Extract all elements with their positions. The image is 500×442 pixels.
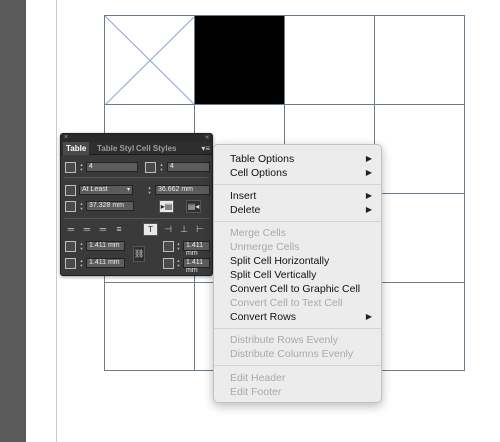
menu-separator xyxy=(214,365,381,366)
menu-item-split-vertically[interactable]: Split Cell Vertically xyxy=(214,268,381,282)
selected-table-cell[interactable] xyxy=(195,16,285,105)
right-inset-stepper-icon[interactable]: ▲ ▼ xyxy=(176,258,181,268)
rotate-270-icon[interactable]: ⊢ xyxy=(193,224,207,235)
body-rows-input[interactable]: 4 xyxy=(86,162,138,172)
columns-icon xyxy=(145,162,156,173)
menu-item-label: Convert Rows xyxy=(230,311,296,323)
row-height-stepper-icon[interactable]: ▲ ▼ xyxy=(147,185,152,195)
submenu-arrow-icon: ▶ xyxy=(365,191,372,200)
row-height-input[interactable]: 36.662 mm xyxy=(155,185,210,195)
left-inset-stepper-icon[interactable]: ▲ ▼ xyxy=(176,241,181,251)
row-height-icon xyxy=(65,185,76,196)
link-chain-icon[interactable]: ⛓ xyxy=(133,246,145,262)
panel-menu-icon[interactable]: ▾≡ xyxy=(201,143,210,154)
panel-divider xyxy=(64,177,209,178)
chevron-down-icon: ▾ xyxy=(126,187,130,193)
row-divider xyxy=(105,104,464,105)
left-inset-icon xyxy=(163,241,174,252)
column-width-stepper-icon[interactable]: ▲ ▼ xyxy=(79,201,84,211)
panel-collapse-icon[interactable]: × xyxy=(64,134,68,142)
menu-item-cell-options[interactable]: Cell Options ▶ xyxy=(214,166,381,180)
align-bottom-icon[interactable]: ═ xyxy=(96,224,110,235)
submenu-arrow-icon: ▶ xyxy=(365,205,372,214)
align-center-icon[interactable]: ═ xyxy=(80,224,94,235)
panel-titlebar[interactable]: × « xyxy=(61,134,212,142)
left-toolbar-strip xyxy=(0,0,26,442)
menu-item-merge-cells: Merge Cells xyxy=(230,227,287,239)
empty-graphic-frame-icon[interactable] xyxy=(105,16,195,105)
rotate-90-icon[interactable]: ⊣ xyxy=(161,224,175,235)
row-height-mode-select[interactable]: At Least ▾ xyxy=(79,185,133,195)
menu-item-insert[interactable]: Insert ▶ xyxy=(214,189,381,203)
context-menu: Table Options ▶ Cell Options ▶ Insert ▶ … xyxy=(213,144,382,403)
menu-item-split-horizontally[interactable]: Split Cell Horizontally xyxy=(214,254,381,268)
menu-item-convert-to-text: Convert Cell to Text Cell xyxy=(230,297,343,309)
top-inset-icon xyxy=(65,241,76,252)
submenu-arrow-icon: ▶ xyxy=(365,154,372,163)
rotate-180-icon[interactable]: ⊥ xyxy=(177,224,191,235)
bottom-inset-stepper-icon[interactable]: ▲ ▼ xyxy=(79,258,84,268)
panel-expand-icon[interactable]: « xyxy=(205,134,209,142)
menu-item-unmerge-cells: Unmerge Cells xyxy=(230,241,300,253)
distribute-rows-button[interactable]: ▸▤ xyxy=(159,200,174,213)
top-inset-stepper-icon[interactable]: ▲ ▼ xyxy=(79,241,84,251)
body-rows-icon xyxy=(65,162,76,173)
columns-stepper-icon[interactable]: ▲ ▼ xyxy=(159,162,164,172)
right-inset-icon xyxy=(163,258,174,269)
menu-item-label: Delete xyxy=(230,204,261,216)
menu-separator xyxy=(214,328,381,329)
text-rotation-button[interactable]: T xyxy=(143,223,158,236)
align-top-icon[interactable]: ═ xyxy=(64,224,78,235)
bottom-inset-input[interactable]: 1.411 mm xyxy=(86,258,125,268)
submenu-arrow-icon: ▶ xyxy=(365,312,372,321)
tab-table[interactable]: Table xyxy=(63,142,90,155)
menu-item-label: Table Options xyxy=(230,153,295,165)
menu-item-distribute-rows: Distribute Rows Evenly xyxy=(230,334,338,346)
row-height-mode-label: At Least xyxy=(82,186,108,193)
column-width-icon xyxy=(65,201,76,212)
menu-separator xyxy=(214,184,381,185)
body-rows-stepper-icon[interactable]: ▲ ▼ xyxy=(79,162,84,172)
menu-separator xyxy=(214,221,381,222)
page-margin-guide xyxy=(56,0,57,442)
menu-item-delete[interactable]: Delete ▶ xyxy=(214,203,381,217)
columns-input[interactable]: 4 xyxy=(167,162,210,172)
menu-item-table-options[interactable]: Table Options ▶ xyxy=(214,152,381,166)
menu-item-edit-header: Edit Header xyxy=(230,372,286,384)
justify-vertical-icon[interactable]: ≡ xyxy=(112,224,126,235)
submenu-arrow-icon: ▶ xyxy=(365,168,372,177)
bottom-inset-icon xyxy=(65,258,76,269)
left-inset-input[interactable]: 1.411 mm xyxy=(183,241,210,257)
menu-item-convert-rows[interactable]: Convert Rows ▶ xyxy=(214,310,381,324)
menu-item-label: Cell Options xyxy=(230,167,288,179)
right-inset-input[interactable]: 1.411 mm xyxy=(183,258,210,274)
column-width-input[interactable]: 37.328 mm xyxy=(86,201,134,211)
panel-tab-bar: Table Table Styles Cell Styles ▾≡ xyxy=(61,142,212,155)
panel-divider xyxy=(64,218,209,219)
menu-item-edit-footer: Edit Footer xyxy=(230,386,282,398)
top-inset-input[interactable]: 1.411 mm xyxy=(86,241,125,251)
menu-item-label: Insert xyxy=(230,190,257,202)
menu-item-distribute-columns: Distribute Columns Evenly xyxy=(230,348,354,360)
tab-table-styles[interactable]: Table Styles xyxy=(94,142,134,155)
distribute-columns-button[interactable]: ▤◂ xyxy=(186,200,201,213)
tab-cell-styles[interactable]: Cell Styles xyxy=(133,142,179,155)
menu-item-convert-to-graphic[interactable]: Convert Cell to Graphic Cell xyxy=(214,282,381,296)
table-panel: × « Table Table Styles Cell Styles ▾≡ ▲▼… xyxy=(60,133,213,276)
